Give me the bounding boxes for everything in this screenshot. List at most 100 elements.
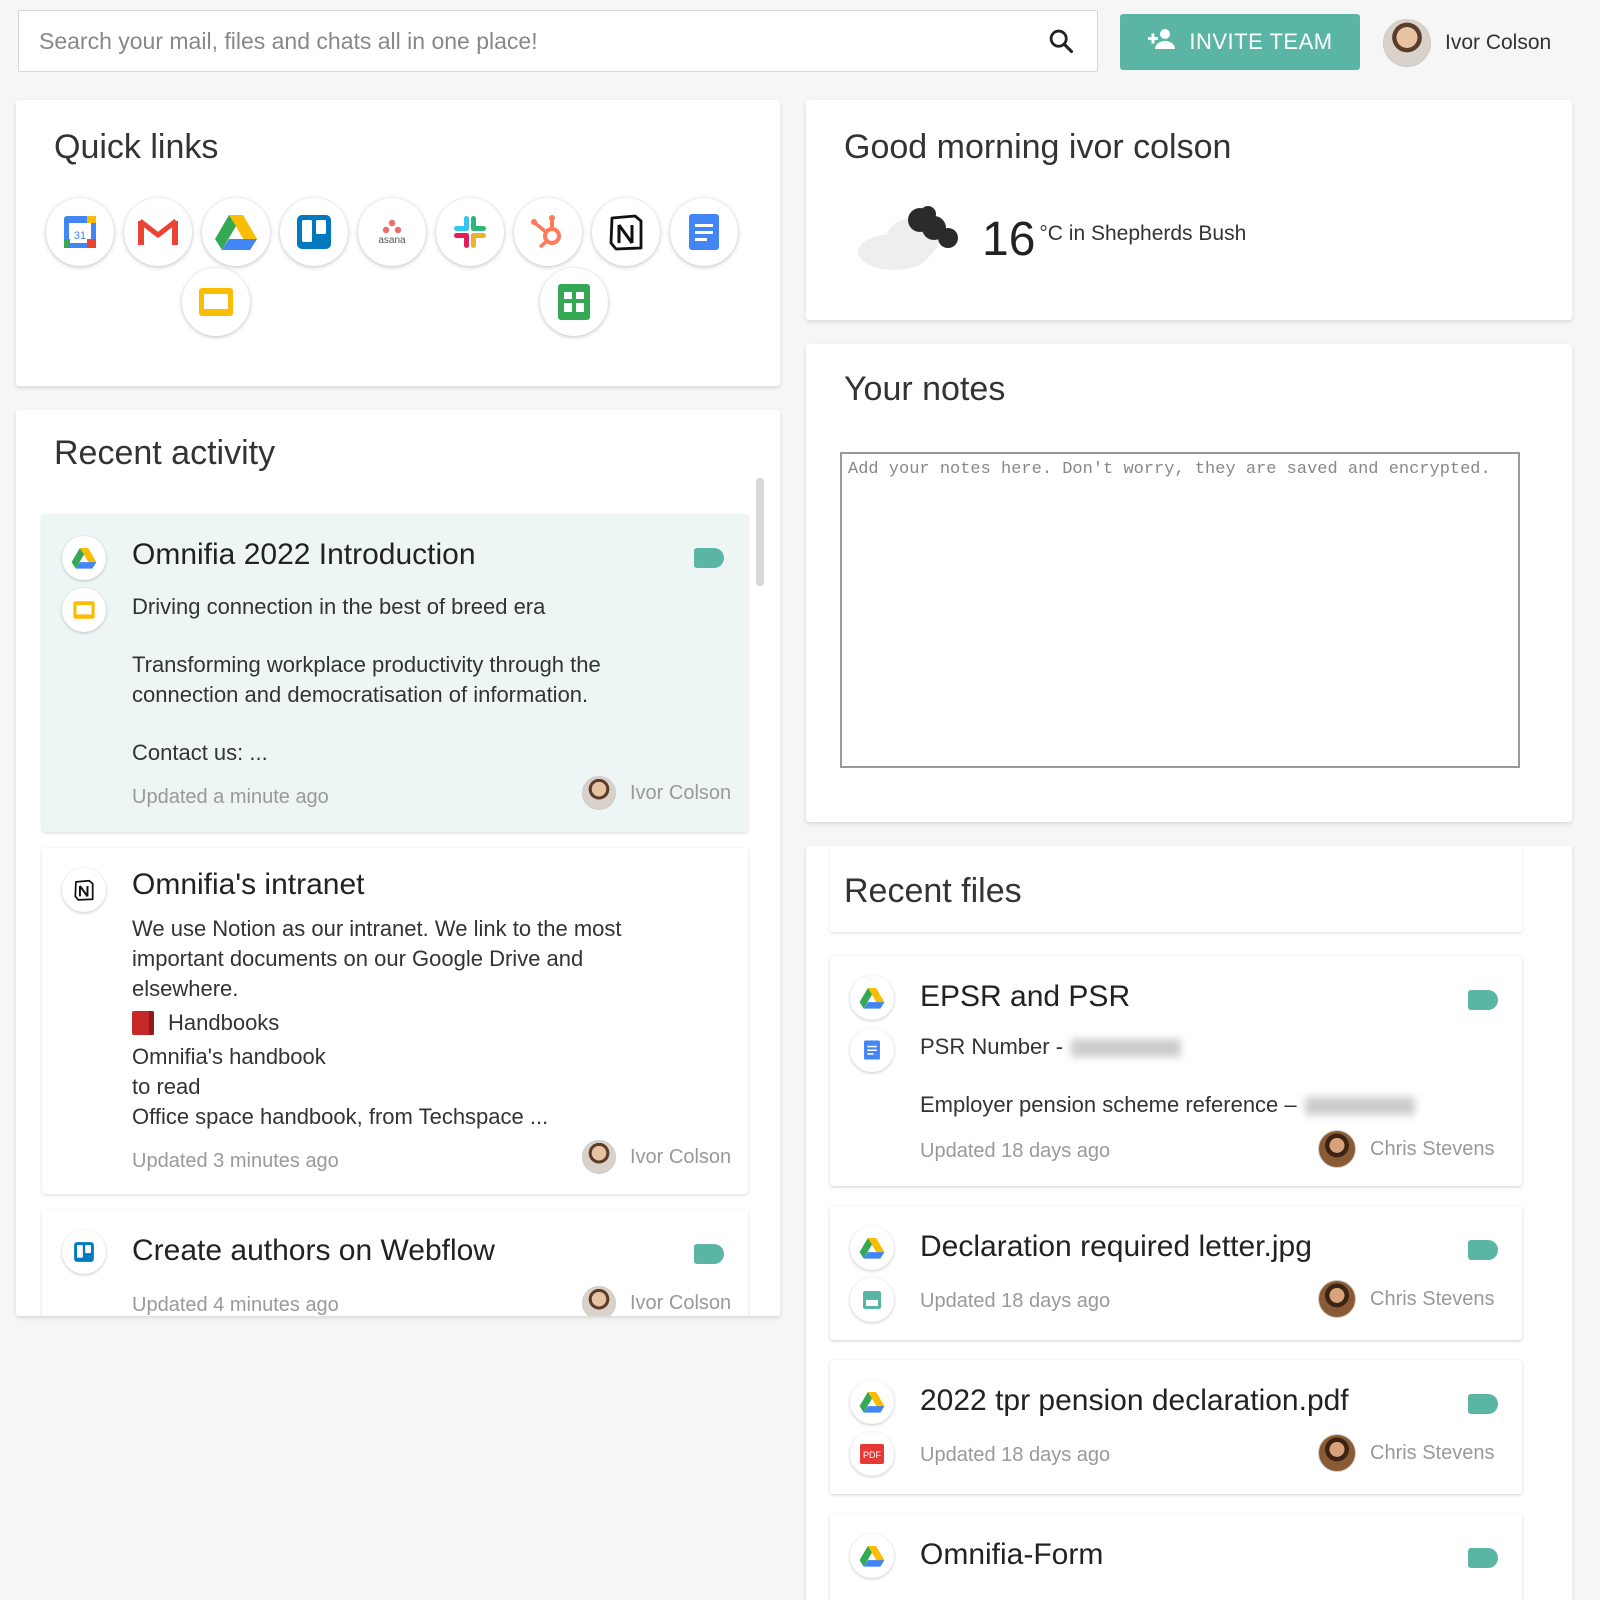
redacted-value (1304, 1097, 1415, 1116)
notes-card: Your notes (806, 344, 1572, 822)
activity-title[interactable]: Create authors on Webflow (132, 1234, 495, 1268)
tag-icon[interactable] (694, 1244, 724, 1264)
quick-links-card: Quick links 31 asana (16, 100, 780, 386)
activity-owner: Ivor Colson (582, 1140, 731, 1174)
tag-icon[interactable] (1468, 1240, 1498, 1260)
notion-icon (62, 868, 106, 912)
activity-scrollbar[interactable] (756, 478, 764, 586)
temperature-location: °C in Shepherds Bush (1039, 221, 1247, 245)
activity-body-line: elsewhere. (132, 976, 239, 1001)
file-title[interactable]: Declaration required letter.jpg (920, 1230, 1312, 1264)
owner-name: Ivor Colson (630, 1145, 732, 1168)
cloud-icon (854, 200, 964, 279)
temperature: 16 (982, 213, 1036, 266)
owner-name: Ivor Colson (630, 1291, 732, 1314)
slack-icon[interactable] (436, 198, 504, 266)
activity-subtitle: Driving connection in the best of breed … (132, 594, 546, 619)
activity-body-line: Contact us: ... (132, 740, 268, 765)
file-updated: Updated 18 days ago (920, 1290, 1111, 1312)
file-item[interactable]: PDF 2022 tpr pension declaration.pdf Upd… (830, 1360, 1522, 1494)
recent-activity-title: Recent activity (54, 434, 276, 472)
user-avatar (1383, 19, 1431, 67)
activity-updated: Updated a minute ago (132, 786, 329, 808)
notes-textarea[interactable] (840, 452, 1520, 768)
activity-body-line: Office space handbook, from Techspace ..… (132, 1104, 549, 1129)
greeting-title: Good morning ivor colson (844, 128, 1232, 166)
recent-files-title: Recent files (844, 872, 1022, 910)
google-drive-icon (850, 1226, 894, 1270)
calendar-day-label: 31 (74, 230, 86, 242)
activity-body-line: Transforming workplace productivity thro… (132, 652, 601, 677)
psr-number-label: PSR Number - (920, 1034, 1064, 1059)
activity-updated: Updated 4 minutes ago (132, 1294, 339, 1316)
pension-ref-label: Employer pension scheme reference – (920, 1092, 1297, 1117)
file-title[interactable]: EPSR and PSR (920, 980, 1130, 1014)
file-updated: Updated 18 days ago (920, 1140, 1111, 1162)
user-menu[interactable]: Ivor Colson (1383, 18, 1551, 68)
recent-files-header: Recent files (830, 846, 1522, 932)
google-drive-icon (850, 976, 894, 1020)
activity-title[interactable]: Omnifia's intranet (132, 868, 365, 902)
activity-body-line: important documents on our Google Drive … (132, 946, 584, 971)
google-slides-icon (62, 588, 106, 632)
activity-body-line: to read (132, 1074, 201, 1099)
file-item[interactable]: Omnifia-Form (830, 1514, 1522, 1600)
activity-body-line: connection and democratisation of inform… (132, 682, 589, 707)
file-title[interactable]: Omnifia-Form (920, 1538, 1103, 1572)
redacted-value (1071, 1039, 1182, 1058)
gmail-icon[interactable] (124, 198, 192, 266)
trello-icon[interactable] (280, 198, 348, 266)
handbooks-line: Handbooks (132, 1008, 279, 1038)
google-drive-icon (850, 1534, 894, 1578)
handbooks-label: Handbooks (168, 1010, 280, 1035)
owner-avatar (1318, 1434, 1356, 1472)
google-drive-icon (62, 536, 106, 580)
tag-icon[interactable] (1468, 990, 1498, 1010)
tag-icon[interactable] (1468, 1394, 1498, 1414)
activity-body-line: Omnifia's handbook (132, 1044, 326, 1069)
quick-links-title: Quick links (54, 128, 219, 166)
asana-label: asana (378, 234, 406, 246)
activity-item[interactable]: Omnifia's intranet We use Notion as our … (42, 848, 748, 1194)
owner-avatar (1318, 1280, 1356, 1318)
image-file-icon (850, 1278, 894, 1322)
invite-team-label: INVITE TEAM (1189, 29, 1333, 54)
google-slides-icon[interactable] (182, 268, 250, 336)
owner-name: Chris Stevens (1370, 1137, 1495, 1160)
recent-files-card: Recent files EPSR and PSR PSR Number - E… (806, 846, 1572, 1600)
activity-item[interactable]: Omnifia 2022 Introduction Driving connec… (42, 514, 748, 832)
asana-icon[interactable]: asana (358, 198, 426, 266)
greeting-card: Good morning ivor colson 16 °C in Shephe… (806, 100, 1572, 320)
search-icon[interactable] (1045, 25, 1077, 57)
file-line: PSR Number - (920, 1032, 1182, 1062)
google-docs-icon[interactable] (670, 198, 738, 266)
file-owner: Chris Stevens (1318, 1434, 1495, 1472)
tag-icon[interactable] (694, 548, 724, 568)
google-sheets-icon[interactable] (540, 268, 608, 336)
tag-icon[interactable] (1468, 1548, 1498, 1568)
add-person-icon (1147, 27, 1177, 57)
owner-avatar (582, 776, 616, 810)
search-input[interactable] (39, 27, 1045, 55)
file-updated: Updated 18 days ago (920, 1444, 1111, 1466)
activity-body-line: We use Notion as our intranet. We link t… (132, 916, 622, 941)
google-calendar-icon[interactable]: 31 (46, 198, 114, 266)
owner-name: Chris Stevens (1370, 1287, 1495, 1310)
file-title[interactable]: 2022 tpr pension declaration.pdf (920, 1384, 1349, 1418)
activity-title[interactable]: Omnifia 2022 Introduction (132, 538, 476, 572)
file-owner: Chris Stevens (1318, 1130, 1495, 1168)
file-item[interactable]: Declaration required letter.jpg Updated … (830, 1206, 1522, 1340)
activity-item[interactable]: Create authors on Webflow Updated 4 minu… (42, 1210, 748, 1316)
file-item[interactable]: EPSR and PSR PSR Number - Employer pensi… (830, 956, 1522, 1186)
activity-updated: Updated 3 minutes ago (132, 1150, 339, 1172)
notion-icon[interactable] (592, 198, 660, 266)
google-docs-icon (850, 1028, 894, 1072)
pdf-label: PDF (863, 1450, 882, 1460)
owner-name: Ivor Colson (630, 781, 732, 804)
invite-team-button[interactable]: INVITE TEAM (1120, 14, 1360, 70)
google-drive-icon[interactable] (202, 198, 270, 266)
notes-title: Your notes (844, 370, 1006, 408)
owner-avatar (1318, 1130, 1356, 1168)
hubspot-icon[interactable] (514, 198, 582, 266)
activity-owner: Ivor Colson (582, 1286, 731, 1316)
